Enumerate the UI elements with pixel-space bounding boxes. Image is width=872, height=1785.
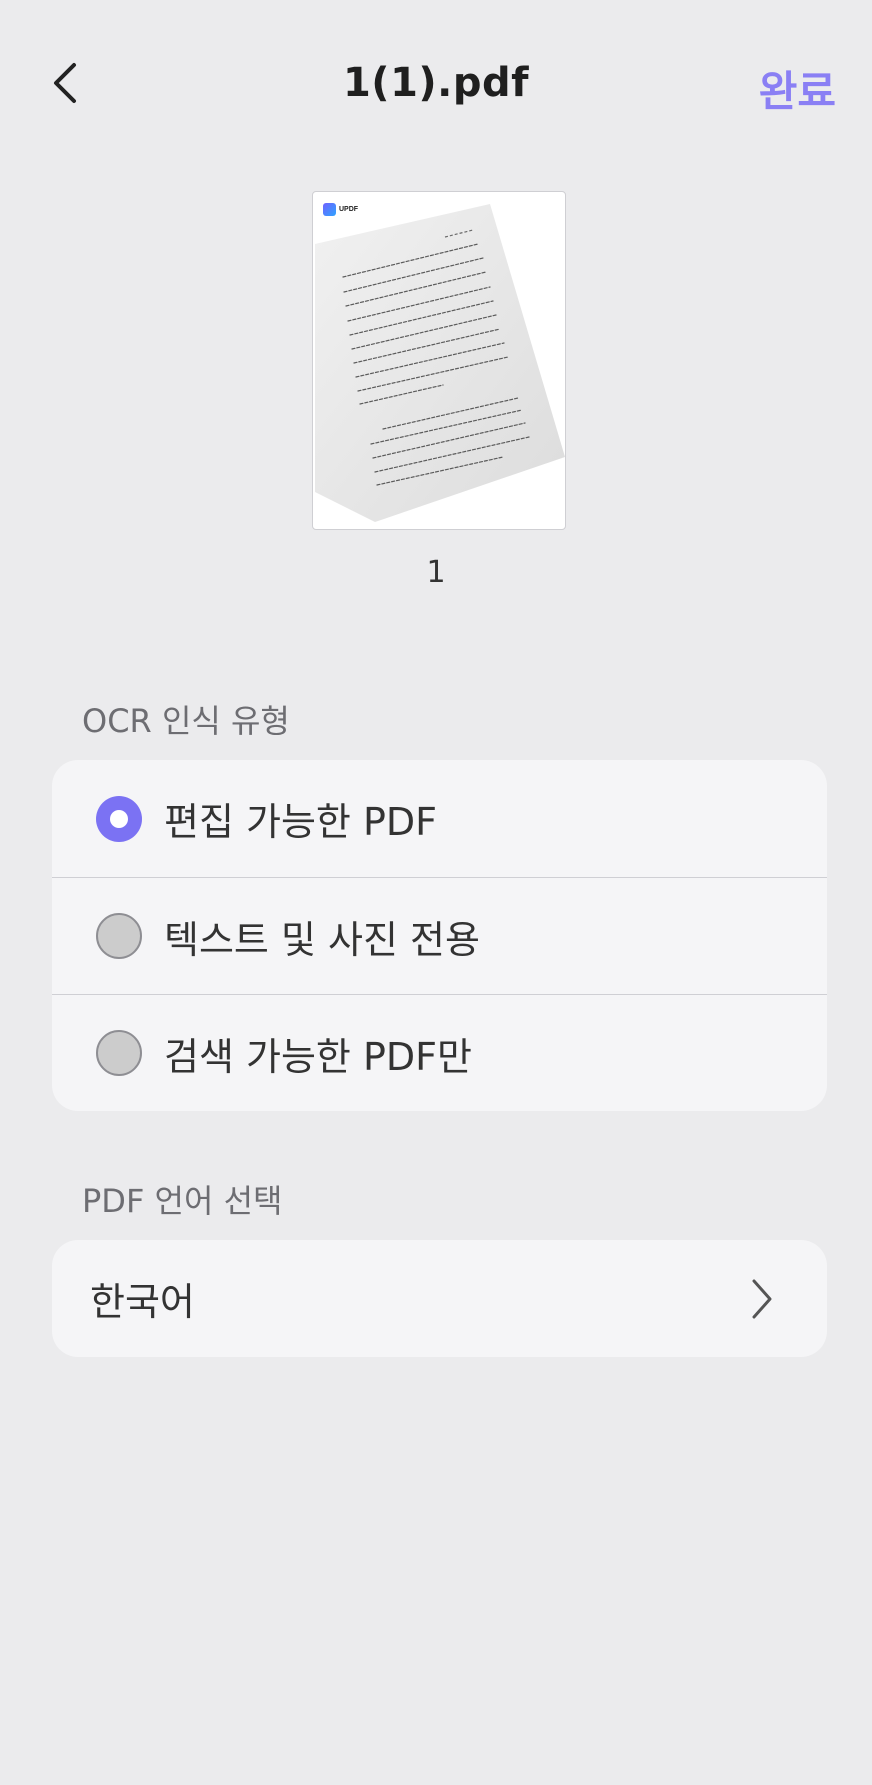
updf-logo-icon [323, 202, 336, 216]
ocr-type-card: 편집 가능한 PDF 텍스트 및 사진 전용 검색 가능한 PDF만 [52, 760, 827, 1111]
done-button[interactable]: 완료 [759, 58, 836, 119]
ocr-option-searchable-pdf[interactable]: 검색 가능한 PDF만 [52, 994, 827, 1111]
document-preview-image [315, 204, 565, 522]
ocr-option-text-image-only[interactable]: 텍스트 및 사진 전용 [52, 877, 827, 994]
radio-unselected-icon[interactable] [96, 1030, 142, 1076]
language-card: 한국어 [52, 1240, 827, 1357]
page-number: 1 [426, 555, 446, 590]
ocr-type-label: OCR 인식 유형 [82, 702, 290, 740]
page-title: 1(1).pdf [342, 60, 530, 106]
ocr-option-label: 편집 가능한 PDF [164, 800, 437, 844]
header-bar: 1(1).pdf 완료 [0, 0, 872, 170]
language-selector[interactable]: 한국어 [52, 1240, 827, 1357]
ocr-option-label: 검색 가능한 PDF만 [164, 1034, 472, 1079]
page-thumbnail[interactable]: UPDF [312, 191, 566, 530]
updf-logo: UPDF [320, 198, 366, 220]
ocr-option-label: 텍스트 및 사진 전용 [164, 917, 480, 962]
language-select-label: PDF 언어 선택 [82, 1182, 283, 1220]
radio-selected-icon[interactable] [96, 795, 142, 842]
updf-logo-text: UPDF [339, 205, 359, 213]
language-value: 한국어 [90, 1280, 195, 1324]
ocr-option-editable-pdf[interactable]: 편집 가능한 PDF [52, 760, 827, 877]
radio-unselected-icon[interactable] [96, 913, 142, 959]
chevron-right-icon [752, 1279, 772, 1318]
